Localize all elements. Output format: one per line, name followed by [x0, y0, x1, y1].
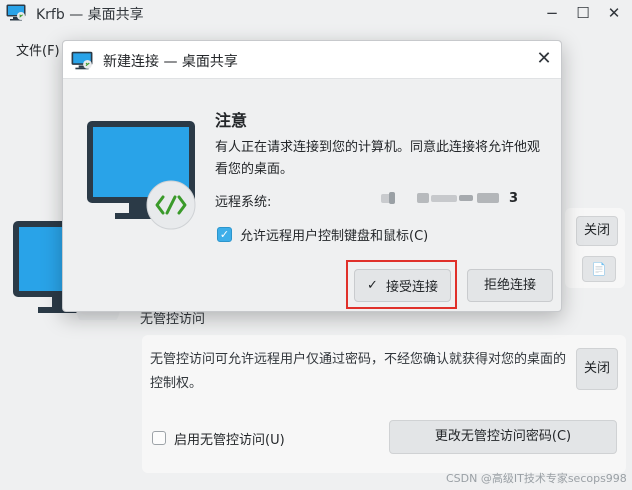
check-icon: ✓	[367, 278, 378, 293]
accept-label: 接受连接	[385, 280, 438, 295]
dialog-title: 新建连接 — 桌面共享	[103, 54, 238, 70]
document-icon[interactable]: 📄	[582, 256, 616, 282]
new-connection-dialog: 新建连接 — 桌面共享 ✕ 注意 有人正在请求连接到您的计算机。同意此连接将允许…	[62, 40, 562, 312]
unattended-close-button[interactable]: 关闭	[576, 348, 618, 390]
allow-control-label: 允许远程用户控制键盘和鼠标(C)	[240, 228, 429, 244]
dialog-titlebar: 新建连接 — 桌面共享 ✕	[63, 41, 561, 79]
allow-control-checkbox[interactable]: ✓ 允许远程用户控制键盘和鼠标(C)	[217, 224, 428, 244]
monitor-remote-icon	[87, 121, 196, 230]
watermark: CSDN @高级IT技术专家secops998	[446, 472, 627, 485]
enable-unattended-label: 启用无管控访问(U)	[174, 432, 285, 448]
minimize-icon[interactable]: −	[542, 3, 562, 23]
remote-system-value-suffix: 3	[509, 191, 519, 206]
notice-text: 有人正在请求连接到您的计算机。同意此连接将允许他观看您的桌面。	[215, 140, 541, 177]
close-button[interactable]: 关闭	[576, 216, 618, 246]
close-icon[interactable]: ✕	[535, 50, 553, 68]
reject-connection-button[interactable]: 拒绝连接	[467, 269, 553, 302]
remote-system-value-blurred	[381, 192, 499, 204]
notice-title: 注意	[215, 111, 248, 130]
app-icon	[71, 51, 93, 70]
checkbox-checked-icon[interactable]: ✓	[217, 226, 232, 242]
window-titlebar: Krfb — 桌面共享 − ☐ ✕	[0, 0, 632, 26]
change-password-button[interactable]: 更改无管控访问密码(C)	[389, 420, 617, 454]
enable-unattended-checkbox[interactable]: 启用无管控访问(U)	[152, 428, 285, 448]
checkbox-unchecked-icon[interactable]	[152, 431, 166, 445]
maximize-icon[interactable]: ☐	[573, 3, 593, 23]
menu-file[interactable]: 文件(F)	[16, 40, 60, 59]
unattended-description: 无管控访问可允许远程用户仅通过密码，不经您确认就获得对您的桌面的控制权。	[150, 352, 567, 391]
window-title: Krfb — 桌面共享	[36, 7, 144, 23]
accept-connection-button[interactable]: ✓ 接受连接	[354, 269, 451, 302]
window-close-icon[interactable]: ✕	[604, 3, 624, 23]
remote-system-label: 远程系统:	[215, 195, 272, 210]
app-icon	[6, 4, 26, 21]
